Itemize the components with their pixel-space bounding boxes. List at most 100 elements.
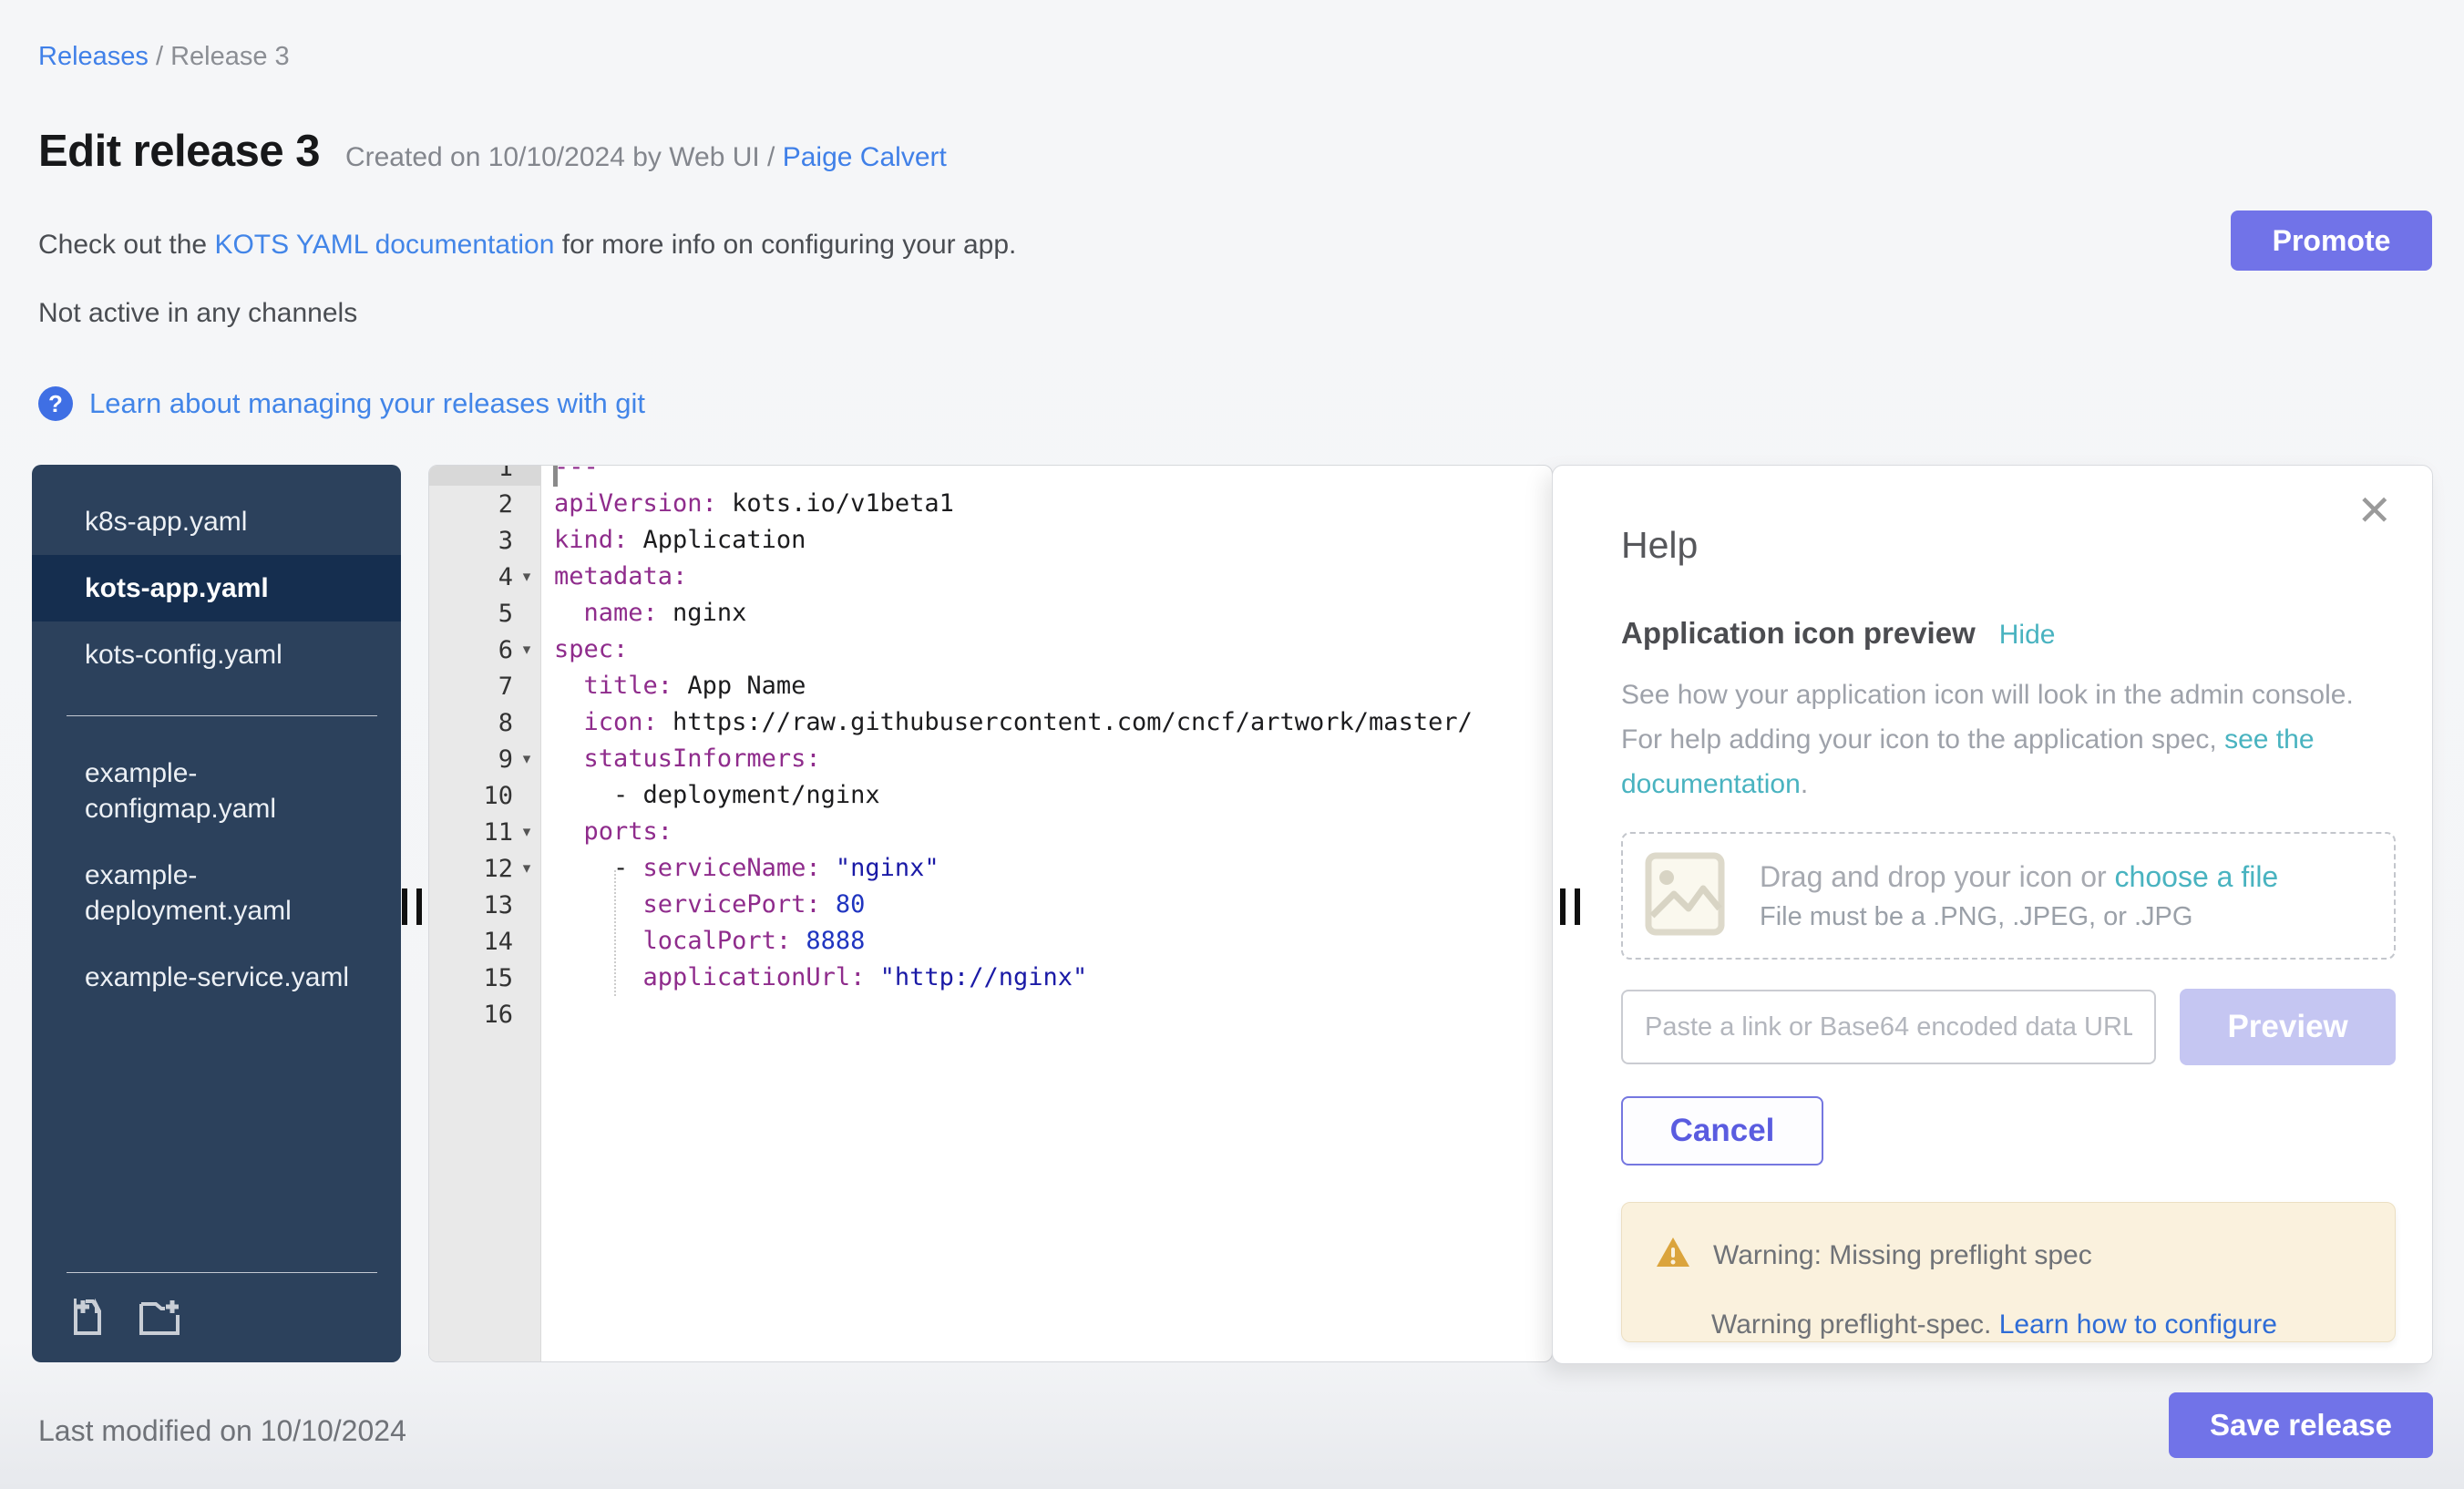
gutter-line-number[interactable]: 5 — [429, 595, 540, 632]
doc-hint-prefix: Check out the — [38, 230, 214, 260]
hide-link[interactable]: Hide — [1999, 620, 2056, 651]
help-description: See how your application icon will look … — [1621, 673, 2377, 806]
channel-status: Not active in any channels — [38, 298, 357, 329]
file-tree-item[interactable]: kots-config.yaml — [32, 621, 401, 688]
doc-hint-suffix: for more info on configuring your app. — [554, 230, 1016, 260]
doc-hint-row: Check out the KOTS YAML documentation fo… — [38, 230, 1016, 261]
code-line[interactable]: statusInformers: — [541, 741, 1552, 777]
gutter-line-number[interactable]: 16 — [429, 996, 540, 1032]
code-line[interactable]: servicePort: 80 — [541, 887, 1552, 923]
configure-link[interactable]: Learn how to configure — [1999, 1309, 2277, 1340]
title-row: Edit release 3 Created on 10/10/2024 by … — [38, 126, 947, 177]
editor-gutter: 1234▾56▾789▾1011▾12▾13141516 — [429, 466, 541, 1361]
code-line[interactable]: metadata: — [541, 559, 1552, 595]
warning-text: Warning: Missing preflight spec — [1713, 1240, 2092, 1271]
breadcrumb: Releases / Release 3 — [38, 42, 290, 72]
new-file-icon[interactable] — [68, 1295, 107, 1337]
dropzone-text: Drag and drop your icon or choose a file — [1760, 860, 2278, 894]
breadcrumb-current: Release 3 — [170, 42, 290, 71]
file-tree-item[interactable]: example-deployment.yaml — [67, 842, 377, 944]
file-tree-item[interactable]: k8s-app.yaml — [32, 488, 401, 555]
code-line[interactable]: title: App Name — [541, 668, 1552, 704]
gutter-line-number[interactable]: 14 — [429, 923, 540, 960]
help-title: Help — [1621, 524, 2396, 567]
gutter-rows: 1234▾56▾789▾1011▾12▾13141516 — [429, 466, 540, 1032]
editor-code-area[interactable]: ---apiVersion: kots.io/v1beta1kind: Appl… — [541, 466, 1552, 1361]
editor-cursor — [553, 466, 558, 487]
dropzone-hint: File must be a .PNG, .JPEG, or .JPG — [1760, 902, 2278, 932]
gutter-line-number[interactable]: 7 — [429, 668, 540, 704]
editor-code: ---apiVersion: kots.io/v1beta1kind: Appl… — [541, 466, 1552, 1032]
gutter-line-number[interactable]: 15 — [429, 960, 540, 996]
help-desc-suffix: . — [1801, 769, 1808, 799]
gutter-line-number[interactable]: 4▾ — [429, 559, 540, 595]
gutter-line-number[interactable]: 3 — [429, 522, 540, 559]
file-tree-item[interactable]: example-service.yaml — [67, 944, 377, 1011]
icon-url-input[interactable] — [1621, 990, 2156, 1064]
file-tree-item[interactable]: kots-app.yaml — [32, 555, 401, 621]
sidebar-resize-handle[interactable] — [402, 888, 422, 925]
code-line[interactable]: --- — [541, 466, 1552, 486]
code-line[interactable]: name: nginx — [541, 595, 1552, 632]
gutter-line-number[interactable]: 1 — [429, 466, 540, 486]
preview-button[interactable]: Preview — [2180, 989, 2396, 1065]
git-help-link[interactable]: ? Learn about managing your releases wit… — [38, 386, 645, 421]
code-line[interactable]: spec: — [541, 632, 1552, 668]
fold-arrow-icon: ▾ — [513, 641, 540, 659]
promote-button[interactable]: Promote — [2231, 211, 2432, 271]
close-icon[interactable]: ✕ — [2356, 489, 2392, 531]
code-line[interactable]: icon: https://raw.githubusercontent.com/… — [541, 704, 1552, 741]
breadcrumb-releases-link[interactable]: Releases — [38, 42, 149, 71]
code-line[interactable]: ports: — [541, 814, 1552, 850]
sidebar-actions — [67, 1272, 377, 1362]
indent-guide — [614, 870, 616, 996]
fold-arrow-icon: ▾ — [513, 568, 540, 586]
edit-release-page: Releases / Release 3 Edit release 3 Crea… — [0, 0, 2464, 1489]
fold-arrow-icon: ▾ — [513, 750, 540, 768]
help-panel: ✕ Help Application icon preview Hide See… — [1552, 465, 2433, 1364]
gutter-line-number[interactable]: 9▾ — [429, 741, 540, 777]
file-sidebar: k8s-app.yamlkots-app.yamlkots-config.yam… — [32, 465, 401, 1362]
gutter-line-number[interactable]: 13 — [429, 887, 540, 923]
yaml-editor[interactable]: 1234▾56▾789▾1011▾12▾13141516 ---apiVersi… — [428, 465, 1553, 1362]
code-line[interactable]: - serviceName: "nginx" — [541, 850, 1552, 887]
image-placeholder-icon — [1643, 852, 1727, 940]
gutter-line-number[interactable]: 2 — [429, 486, 540, 522]
page-title: Edit release 3 — [38, 126, 320, 177]
file-tree-groups: k8s-app.yamlkots-app.yamlkots-config.yam… — [32, 488, 401, 1011]
cancel-button[interactable]: Cancel — [1621, 1096, 1823, 1166]
file-tree-item[interactable]: example-configmap.yaml — [67, 740, 377, 842]
gutter-line-number[interactable]: 6▾ — [429, 632, 540, 668]
new-folder-icon[interactable] — [138, 1295, 181, 1337]
icon-preview-title: Application icon preview — [1621, 616, 1976, 651]
author-link[interactable]: Paige Calvert — [783, 142, 947, 172]
gutter-line-number[interactable]: 10 — [429, 777, 540, 814]
code-line[interactable]: apiVersion: kots.io/v1beta1 — [541, 486, 1552, 522]
code-line[interactable]: - deployment/nginx — [541, 777, 1552, 814]
save-release-button[interactable]: Save release — [2169, 1392, 2433, 1458]
kots-yaml-doc-link[interactable]: KOTS YAML documentation — [214, 230, 554, 260]
gutter-line-number[interactable]: 12▾ — [429, 850, 540, 887]
fold-arrow-icon: ▾ — [513, 823, 540, 841]
question-circle-icon: ? — [38, 386, 73, 421]
warning-detail-text: Warning preflight-spec. — [1711, 1309, 1999, 1340]
breadcrumb-separator: / — [149, 42, 170, 71]
choose-file-link[interactable]: choose a file — [2115, 860, 2279, 893]
code-line[interactable]: localPort: 8888 — [541, 923, 1552, 960]
dropzone-prefix: Drag and drop your icon or — [1760, 860, 2115, 893]
gutter-line-number[interactable]: 8 — [429, 704, 540, 741]
last-modified: Last modified on 10/10/2024 — [38, 1414, 406, 1448]
icon-dropzone[interactable]: Drag and drop your icon or choose a file… — [1621, 832, 2396, 960]
code-line[interactable]: kind: Application — [541, 522, 1552, 559]
fold-arrow-icon: ▾ — [513, 859, 540, 878]
created-text: Created on 10/10/2024 by Web UI / — [345, 142, 783, 172]
help-panel-resize-handle[interactable] — [1560, 888, 1580, 925]
warning-detail: Warning preflight-spec. Learn how to con… — [1655, 1305, 2367, 1342]
code-line[interactable]: applicationUrl: "http://nginx" — [541, 960, 1552, 996]
created-info: Created on 10/10/2024 by Web UI / Paige … — [345, 142, 947, 173]
warning-icon — [1655, 1236, 1691, 1276]
code-line[interactable] — [541, 996, 1552, 1032]
git-help-label: Learn about managing your releases with … — [89, 387, 645, 420]
gutter-line-number[interactable]: 11▾ — [429, 814, 540, 850]
preflight-warning: Warning: Missing preflight spec Warning … — [1621, 1202, 2396, 1342]
